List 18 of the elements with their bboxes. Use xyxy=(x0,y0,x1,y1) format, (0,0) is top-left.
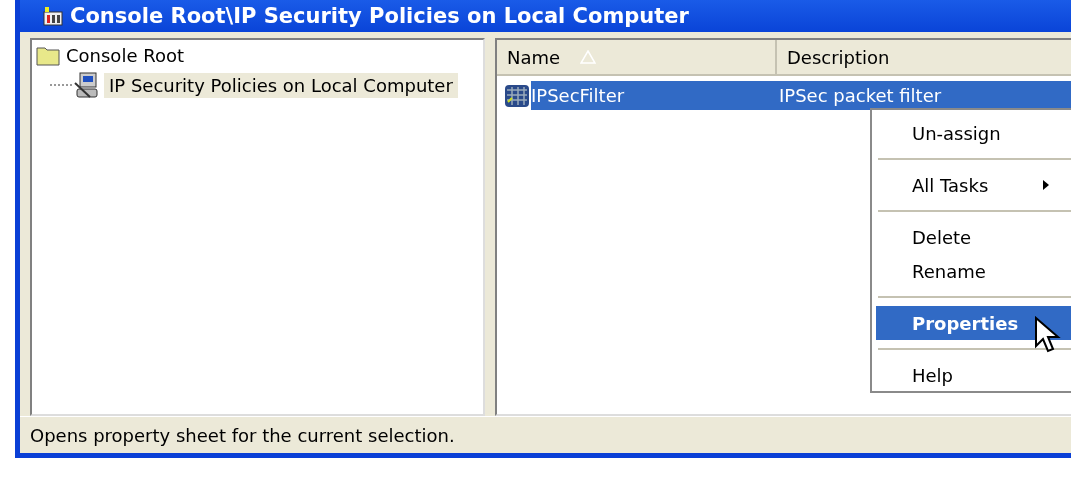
menu-item[interactable]: Rename xyxy=(876,254,1071,288)
tree-item[interactable]: IP Security Policies on Local Computer xyxy=(104,72,458,98)
menu-item[interactable]: All Tasks xyxy=(876,168,1071,202)
table-cell: IPSec packet filter xyxy=(779,85,942,106)
submenu-arrow-icon xyxy=(1041,178,1051,192)
column-header[interactable]: Name xyxy=(497,40,777,74)
tree-item[interactable]: Console Root xyxy=(36,44,184,66)
menu-item[interactable]: Un-assign xyxy=(876,116,1071,150)
menu-item[interactable]: Properties xyxy=(876,306,1071,340)
status-text: Opens property sheet for the current selection. xyxy=(30,424,455,446)
folder-icon xyxy=(36,44,60,66)
table-cell-text: IPSecFilter xyxy=(531,85,626,106)
console-icon xyxy=(42,6,64,26)
window-title: Console Root\IP Security Policies on Local Computer xyxy=(70,4,689,28)
column-header[interactable]: Description xyxy=(777,40,1071,74)
menu-item[interactable]: Delete xyxy=(876,220,1071,254)
list-row[interactable]: IPSecFilter IPSec packet filter xyxy=(531,81,1071,110)
menu-item[interactable]: Help xyxy=(876,358,1071,392)
